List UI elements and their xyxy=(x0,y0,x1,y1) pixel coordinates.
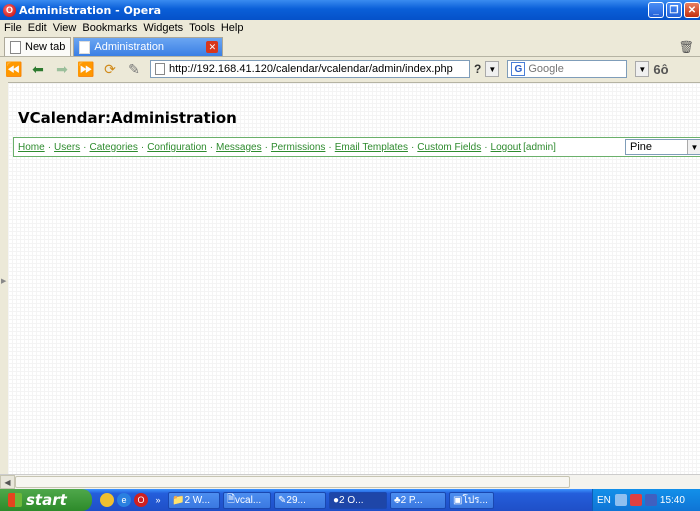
page-title: VCalendar:Administration xyxy=(18,109,237,127)
menu-help[interactable]: Help xyxy=(221,22,244,34)
chevron-down-icon[interactable]: ▼ xyxy=(687,140,700,154)
url-text: http://192.168.41.120/calendar/vcalendar… xyxy=(169,63,453,75)
google-icon[interactable]: G xyxy=(511,62,526,76)
tray-app-icon[interactable] xyxy=(644,494,657,506)
help-icon[interactable]: ? xyxy=(474,62,481,76)
document-icon xyxy=(10,40,21,54)
skin-select[interactable]: Pine ▼ xyxy=(625,139,700,155)
skin-select-value: Pine xyxy=(630,141,653,153)
taskbar-task[interactable]: 📁 2 W... xyxy=(168,491,220,509)
taskbar-task[interactable]: ✎ 29... xyxy=(274,491,326,509)
volume-icon[interactable] xyxy=(629,494,642,506)
scrollbar-thumb[interactable] xyxy=(15,476,570,488)
nav-configuration-link[interactable]: Configuration xyxy=(147,142,206,153)
window-title-bar: O Administration - Opera _ ❐ ✕ xyxy=(0,0,700,20)
reload-icon[interactable]: ⟳ xyxy=(100,60,120,78)
taskbar-task[interactable]: 🗎 vcal... xyxy=(223,491,271,509)
search-dropdown-icon[interactable]: ▼ xyxy=(635,61,650,77)
tab-bar: New tab Administration ✕ xyxy=(0,36,700,57)
ie-icon[interactable]: e xyxy=(117,493,131,507)
zoom-icon[interactable]: 6ô xyxy=(653,62,668,77)
menu-view[interactable]: View xyxy=(53,22,77,34)
tab-close-icon[interactable]: ✕ xyxy=(206,41,219,53)
panel-arrow-icon[interactable]: ▶ xyxy=(1,277,6,285)
nav-messages-link[interactable]: Messages xyxy=(216,142,262,153)
quick-launch: e O » xyxy=(100,493,165,507)
window-title: Administration - Opera xyxy=(19,3,162,17)
nav-home-link[interactable]: Home xyxy=(18,142,45,153)
back-icon[interactable]: ⬅ xyxy=(28,60,48,78)
rewind-icon[interactable]: ⏪ xyxy=(4,60,24,78)
trash-icon[interactable]: 🗑 xyxy=(679,40,694,54)
menu-tools[interactable]: Tools xyxy=(189,22,215,34)
window-controls: _ ❐ ✕ xyxy=(648,2,700,18)
opera-icon[interactable]: O xyxy=(134,493,148,507)
system-tray: EN 15:40 xyxy=(592,489,700,511)
fast-forward-icon[interactable]: ⏩ xyxy=(76,60,96,78)
panel-toggle[interactable]: ▶ xyxy=(0,82,8,474)
taskbar: start e O » 📁 2 W... 🗎 vcal... ✎ 29... ●… xyxy=(0,489,700,511)
nav-categories-link[interactable]: Categories xyxy=(90,142,138,153)
more-icon[interactable]: » xyxy=(151,493,165,507)
opera-icon: O xyxy=(3,3,16,17)
url-dropdown-icon[interactable]: ▼ xyxy=(485,61,500,77)
clock: 15:40 xyxy=(659,494,685,506)
tab-administration[interactable]: Administration ✕ xyxy=(73,37,224,56)
tab-label: Administration xyxy=(94,41,165,53)
network-icon[interactable] xyxy=(614,494,627,506)
quicklaunch-icon[interactable] xyxy=(100,493,114,507)
tab-new[interactable]: New tab xyxy=(4,37,72,56)
scroll-left-icon[interactable]: ◀ xyxy=(0,475,15,489)
edit-icon[interactable]: ✎ xyxy=(124,60,144,78)
nav-email-templates-link[interactable]: Email Templates xyxy=(335,142,408,153)
taskbar-task[interactable]: ● 2 O... xyxy=(329,491,387,509)
document-icon xyxy=(79,40,91,54)
nav-permissions-link[interactable]: Permissions xyxy=(271,142,325,153)
start-button[interactable]: start xyxy=(0,489,92,511)
windows-flag-icon xyxy=(8,493,22,507)
menu-edit[interactable]: Edit xyxy=(28,22,47,34)
nav-custom-fields-link[interactable]: Custom Fields xyxy=(417,142,481,153)
nav-users-link[interactable]: Users xyxy=(54,142,80,153)
start-label: start xyxy=(26,491,67,509)
nav-logout-link[interactable]: Logout xyxy=(491,142,522,153)
restore-button[interactable]: ❐ xyxy=(666,2,682,18)
address-toolbar: ⏪ ⬅ ➡ ⏩ ⟳ ✎ http://192.168.41.120/calend… xyxy=(0,57,700,81)
menu-widgets[interactable]: Widgets xyxy=(143,22,183,34)
forward-icon[interactable]: ➡ xyxy=(52,60,72,78)
close-button[interactable]: ✕ xyxy=(684,2,700,18)
search-input[interactable] xyxy=(528,63,619,75)
taskbar-task[interactable]: ▣ โปร... xyxy=(449,491,494,509)
page-viewport: VCalendar:Administration Home · Users · Ca… xyxy=(8,82,700,474)
minimize-button[interactable]: _ xyxy=(648,2,664,18)
search-field[interactable]: G xyxy=(507,60,628,78)
language-indicator[interactable]: EN xyxy=(597,495,611,506)
url-field[interactable]: http://192.168.41.120/calendar/vcalendar… xyxy=(150,60,470,78)
menu-bookmarks[interactable]: Bookmarks xyxy=(82,22,137,34)
menu-bar: File Edit View Bookmarks Widgets Tools H… xyxy=(0,20,700,36)
menu-file[interactable]: File xyxy=(4,22,22,34)
admin-nav: Home · Users · Categories · Configuration · … xyxy=(13,137,700,157)
page-icon xyxy=(155,63,165,75)
current-user-label: [admin] xyxy=(523,141,556,153)
horizontal-scrollbar[interactable]: ◀ xyxy=(0,474,700,489)
tab-label: New tab xyxy=(25,41,66,53)
taskbar-task[interactable]: ♣ 2 P... xyxy=(390,491,446,509)
